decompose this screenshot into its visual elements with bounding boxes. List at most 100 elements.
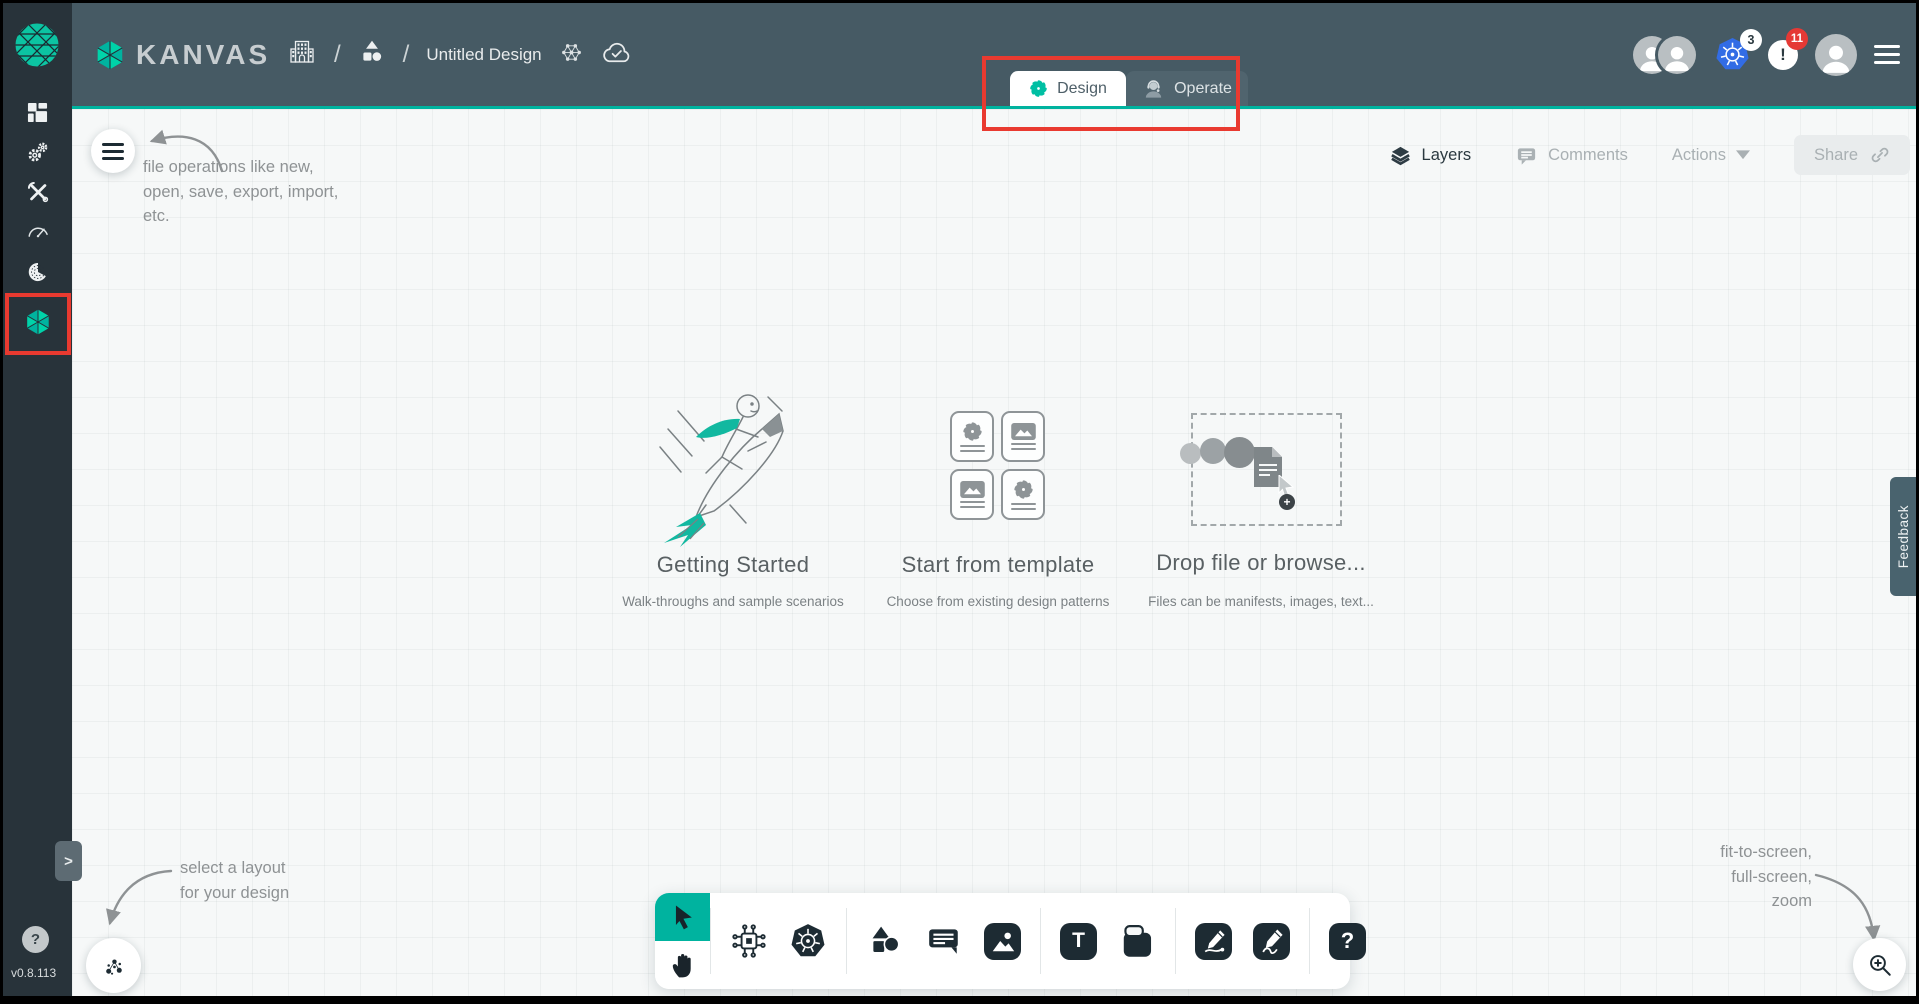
start-from-template-title[interactable]: Start from template [848,552,1148,578]
tab-operate[interactable]: Operate [1126,71,1248,106]
drop-file-title[interactable]: Drop file or browse... [1111,550,1411,576]
breadcrumb-separator: / [334,41,341,69]
pen-icon [1199,926,1229,956]
toolbar-group-draw [1176,923,1309,960]
annotation-select-layout: select a layout for your design [180,856,289,905]
collaborator-avatars[interactable] [1633,36,1696,74]
chevron-down-icon [1736,150,1750,160]
pan-tool[interactable] [655,941,710,989]
layout-cluster-icon [101,953,126,978]
sketch-tool[interactable] [1253,923,1290,960]
configuration-tools-icon[interactable] [3,179,72,205]
performance-gauge-icon[interactable] [3,219,72,245]
text-tool[interactable]: T [1060,923,1097,960]
comment-icon [926,923,962,959]
collaborator-avatar-2[interactable] [1658,36,1696,74]
share-button[interactable]: Share [1794,135,1910,175]
design-name[interactable]: Untitled Design [426,45,541,65]
getting-started-title[interactable]: Getting Started [583,552,883,578]
accent-divider [72,106,1916,109]
toolbar-group-annotate [847,922,1040,960]
left-sidebar: > ? v0.8.113 [3,3,72,996]
sidebar-item-kanvas[interactable] [3,308,72,336]
select-cursor-icon [668,902,698,932]
layout-selector-button[interactable] [86,938,141,993]
link-icon [1870,145,1890,165]
extensions-icon[interactable] [3,259,72,285]
actions-dropdown[interactable]: Actions [1672,146,1750,165]
section-tab-icon [1118,920,1156,962]
select-tool[interactable] [655,893,710,941]
plus-badge-icon: + [1279,494,1295,510]
tab-design-label: Design [1057,80,1107,98]
notification-count-badge: 11 [1786,28,1808,50]
kubernetes-icon [789,922,827,960]
breadcrumb: / / Untitled Design [287,3,632,106]
template-tile[interactable] [1001,411,1045,462]
share-label: Share [1814,146,1858,165]
feedback-tab[interactable]: Feedback [1890,477,1916,596]
canvas-menu-button[interactable] [91,129,135,173]
drop-dot-medium [1200,438,1226,464]
template-tiles[interactable] [950,411,1046,520]
mode-toggle: Design Operate [1010,71,1248,106]
toolbar-group-text: T [1041,922,1175,960]
kubernetes-context-button[interactable]: 3 [1713,36,1751,74]
layers-label: Layers [1422,146,1472,165]
canvas-toolbar: T [655,893,1350,989]
mesh-sync-icon[interactable] [559,40,584,70]
drop-file-subtitle: Files can be manifests, images, text... [1101,594,1421,609]
pen-tool[interactable] [1195,923,1232,960]
toolbar-group-components [711,922,846,960]
file-dropzone[interactable]: + [1191,413,1342,526]
notifications-button[interactable]: ! 11 [1768,40,1798,70]
template-tile[interactable] [1001,469,1045,520]
help-tool[interactable]: ? [1329,923,1366,960]
kubernetes-tool[interactable] [789,922,827,960]
kubernetes-count-badge: 3 [1740,29,1762,51]
image-tool[interactable] [984,923,1021,960]
canvas-menu-icon [102,143,124,160]
sidebar-expand-chevron[interactable]: > [55,841,82,881]
dashboard-icon[interactable] [3,99,72,125]
design-pinwheel-icon [1029,79,1048,98]
kanvas-app: > ? v0.8.113 KANVAS [3,3,1916,996]
lifecycle-gears-icon[interactable] [3,139,72,165]
layer5-logo-icon[interactable] [14,22,60,68]
comments-icon [1515,144,1538,167]
magnifier-plus-icon [1867,952,1893,978]
comments-label: Comments [1548,146,1628,165]
shapes-icon [868,924,902,958]
annotation-file-operations: file operations like new, open, save, ex… [143,155,338,229]
top-header: KANVAS / [72,3,1916,106]
kanvas-brand[interactable]: KANVAS [94,3,270,106]
template-tile[interactable] [950,411,994,462]
comments-button[interactable]: Comments [1515,144,1628,167]
hand-icon [669,951,696,980]
comment-tool[interactable] [925,922,963,960]
sidebar-nav [3,99,72,285]
organization-icon[interactable] [287,37,317,72]
image-icon [989,927,1017,955]
component-tool[interactable] [730,922,768,960]
section-tool[interactable] [1118,922,1156,960]
toolbar-group-help: ? [1310,923,1385,960]
header-menu-icon[interactable] [1874,45,1900,65]
template-image-icon [1011,423,1036,440]
shapes-tool[interactable] [866,922,904,960]
user-avatar[interactable] [1815,34,1857,76]
actions-label: Actions [1672,146,1726,165]
template-tile[interactable] [950,469,994,520]
version-label: v0.8.113 [11,966,56,980]
zoom-button[interactable] [1853,938,1906,991]
layers-button[interactable]: Layers [1389,144,1472,167]
help-button[interactable]: ? [22,926,49,953]
kanvas-logo-icon [94,39,126,71]
chip-icon [731,923,767,959]
feedback-label: Feedback [1896,505,1911,568]
cloud-saved-icon[interactable] [601,41,632,69]
tab-design[interactable]: Design [1010,71,1126,106]
design-canvas[interactable]: file operations like new, open, save, ex… [72,109,1916,996]
workspace-shapes-icon[interactable] [358,38,386,71]
breadcrumb-separator: / [403,41,410,69]
